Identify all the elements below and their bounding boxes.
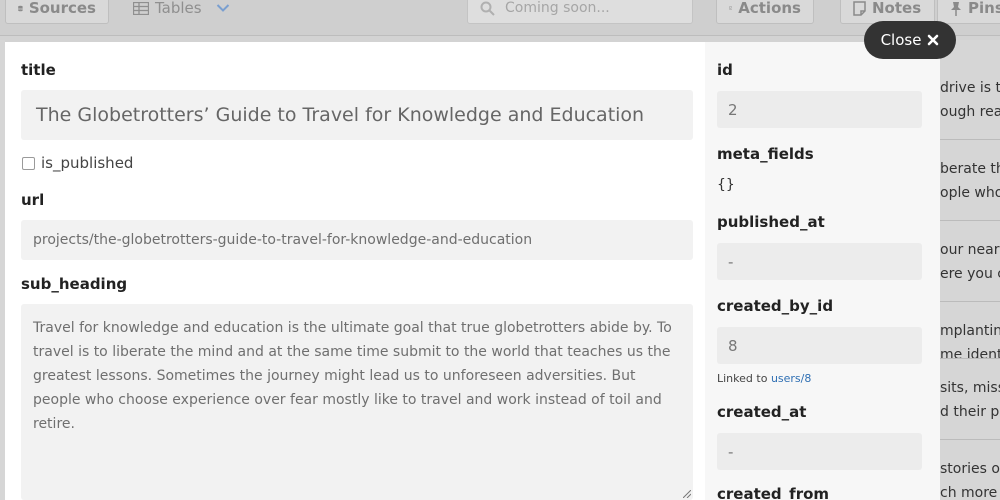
chevron-down-icon <box>216 4 229 12</box>
close-button[interactable]: Close <box>864 21 956 59</box>
top-toolbar: Sources Tables Coming soon... Actions No… <box>0 0 1000 36</box>
row-divider <box>940 220 1000 221</box>
tables-dropdown[interactable]: Tables <box>133 0 230 22</box>
linked-to-note: Linked to users/8 <box>717 372 811 385</box>
list-item: drive is th <box>940 80 1000 96</box>
linked-user-link[interactable]: users/8 <box>771 372 811 385</box>
list-item: ople who <box>940 185 1000 201</box>
meta-fields-value: {} <box>717 177 735 193</box>
is-published-label: is_published <box>41 154 134 172</box>
notes-label: Notes <box>872 0 922 17</box>
row-divider <box>940 301 1000 302</box>
checkbox-icon <box>729 6 733 10</box>
search-placeholder: Coming soon... <box>505 0 610 16</box>
title-label: title <box>21 61 56 79</box>
linked-to-prefix: Linked to <box>717 372 768 385</box>
actions-button[interactable]: Actions <box>716 0 814 24</box>
search-input[interactable]: Coming soon... <box>467 0 693 24</box>
sources-button[interactable]: Sources <box>5 0 109 24</box>
note-icon <box>853 0 866 16</box>
list-item: d their pa <box>940 404 1000 420</box>
created-at-value: - <box>728 442 734 461</box>
resize-grip-icon[interactable] <box>683 490 691 498</box>
list-item: our near a <box>940 242 1000 258</box>
metadata-sidebar: id 2 meta_fields {} published_at - creat… <box>705 42 940 500</box>
record-edit-modal: title The Globetrotters’ Guide to Travel… <box>5 42 940 500</box>
row-divider <box>940 139 1000 140</box>
sub-heading-label: sub_heading <box>21 275 128 293</box>
published-at-field: - <box>717 243 922 280</box>
created-from-label: created_from <box>717 485 830 500</box>
sub-heading-value: Travel for knowledge and education is th… <box>33 320 672 432</box>
meta-fields-label: meta_fields <box>717 145 814 163</box>
sub-heading-textarea[interactable]: Travel for knowledge and education is th… <box>21 304 693 500</box>
url-field[interactable]: projects/the-globetrotters-guide-to-trav… <box>21 220 693 260</box>
id-value: 2 <box>728 100 738 119</box>
sources-label: Sources <box>28 0 96 17</box>
pin-icon <box>951 1 961 16</box>
created-at-field: - <box>717 433 922 470</box>
id-field: 2 <box>717 91 922 128</box>
background-list: drive is th ough real berate the ople wh… <box>940 40 1000 500</box>
list-item: sits, miss <box>940 380 1000 396</box>
tables-label: Tables <box>155 0 202 17</box>
url-label: url <box>21 191 45 209</box>
created-at-label: created_at <box>717 403 807 421</box>
list-item: berate the <box>940 161 1000 177</box>
id-label: id <box>717 61 733 79</box>
url-value: projects/the-globetrotters-guide-to-trav… <box>33 232 533 248</box>
is-published-checkbox[interactable] <box>22 157 35 170</box>
close-label: Close <box>880 31 922 49</box>
list-item: stories of <box>940 461 1000 477</box>
created-by-id-value: 8 <box>728 336 738 355</box>
row-divider <box>940 439 1000 440</box>
database-icon <box>18 5 23 11</box>
row-divider <box>940 358 1000 359</box>
pins-button[interactable]: Pins <box>937 0 1000 24</box>
published-at-value: - <box>728 252 734 271</box>
actions-label: Actions <box>738 0 801 17</box>
pins-label: Pins <box>968 0 1000 17</box>
close-icon <box>928 34 939 46</box>
list-item: ch more <box>940 485 998 500</box>
title-value: The Globetrotters’ Guide to Travel for K… <box>36 104 645 126</box>
list-item: me identi <box>940 347 1000 363</box>
search-icon <box>480 1 495 16</box>
table-icon <box>133 1 149 15</box>
list-item: mplantin <box>940 323 1000 339</box>
created-by-id-field: 8 <box>717 327 922 364</box>
list-item: ough real <box>940 104 1000 120</box>
published-at-label: published_at <box>717 213 825 231</box>
list-item: ere you ca <box>940 266 1000 282</box>
title-field[interactable]: The Globetrotters’ Guide to Travel for K… <box>21 90 693 140</box>
created-by-id-label: created_by_id <box>717 297 834 315</box>
